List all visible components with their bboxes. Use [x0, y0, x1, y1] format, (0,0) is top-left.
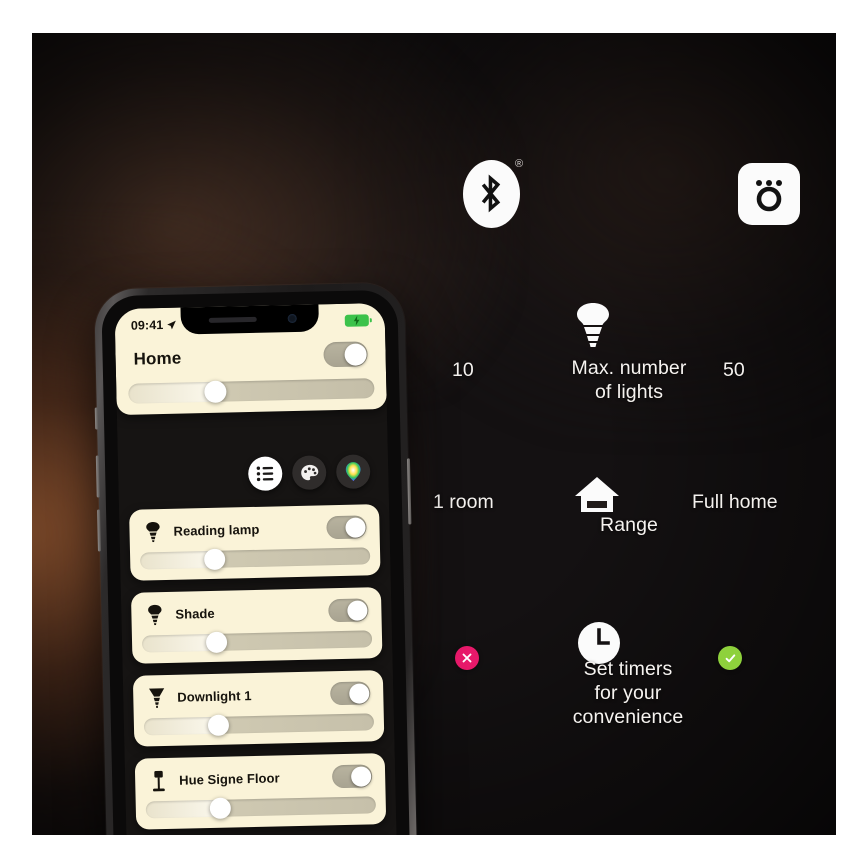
slider-knob[interactable] [204, 380, 227, 404]
home-master-toggle[interactable] [323, 341, 368, 368]
timers-label: Set timers for your convenience [572, 658, 684, 728]
floor-lamp-icon [148, 769, 168, 791]
hero-panel: ® Max. number of lights 10 50 Range 1 ro… [32, 33, 836, 835]
max-lights-label: Max. number of lights [571, 357, 687, 403]
status-time: 09:41 [130, 317, 164, 333]
phone-mute-switch[interactable] [94, 407, 99, 430]
palette-icon [300, 464, 318, 480]
light-toggle[interactable] [326, 515, 367, 540]
light-name: Hue Signe Floor [179, 770, 280, 788]
toggle-knob [346, 599, 368, 621]
screenshot-root: ® Max. number of lights 10 50 Range 1 ro… [0, 0, 868, 868]
slider-knob[interactable] [206, 631, 228, 654]
tab-list[interactable] [247, 456, 283, 492]
status-battery [344, 314, 369, 327]
light-toggle[interactable] [328, 598, 369, 623]
light-list: Reading lamp Shade Downlight 1 Hue Signe Fl… [129, 504, 388, 835]
bluetooth-trademark: ® [515, 158, 524, 170]
light-name: Downlight 1 [177, 688, 252, 705]
light-card[interactable]: Shade [130, 587, 383, 664]
page-title: Home [133, 348, 182, 369]
tab-scenes[interactable] [291, 455, 327, 491]
light-row-header: Reading lamp [129, 504, 380, 553]
tab-colors[interactable] [335, 454, 371, 490]
light-card[interactable]: Reading lamp [129, 504, 381, 581]
earpiece-speaker [208, 316, 257, 323]
front-camera [287, 313, 297, 324]
list-icon [256, 466, 274, 482]
toggle-knob [348, 682, 369, 704]
hue-app: 09:41 Home Reading lamp Shade Downlight … [114, 302, 399, 835]
light-name: Shade [175, 605, 215, 622]
light-card[interactable]: Hue Signe Floor [134, 753, 387, 830]
bluetooth-icon [463, 160, 520, 228]
home-brightness-slider[interactable] [128, 378, 375, 404]
status-time-group: 09:41 [131, 318, 178, 333]
home-header-row: Home [115, 333, 386, 372]
color-picker-icon [345, 462, 361, 482]
max-lights-left-value: 10 [452, 359, 474, 381]
phone-bezel: 09:41 Home Reading lamp Shade Downlight … [101, 289, 412, 835]
downlight-icon [146, 686, 166, 709]
hue-bridge-icon [738, 163, 800, 225]
range-right-value: Full home [692, 491, 778, 513]
spot-bulb-icon [142, 521, 162, 543]
tab-bar [247, 454, 371, 492]
bulb-icon [573, 301, 613, 354]
light-card[interactable]: Downlight 1 [132, 670, 385, 747]
battery-charging-icon [344, 314, 369, 327]
cross-icon [455, 646, 479, 670]
light-row-header: Downlight 1 [133, 670, 384, 719]
light-row-header: Hue Signe Floor [135, 753, 386, 802]
range-left-value: 1 room [433, 491, 494, 513]
spot-bulb-icon [144, 604, 164, 626]
slider-knob[interactable] [209, 797, 232, 820]
max-lights-right-value: 50 [723, 359, 745, 381]
range-label: Range [600, 514, 658, 536]
phone-mockup: 09:41 Home Reading lamp Shade Downlight … [94, 282, 419, 835]
phone-screen: 09:41 Home Reading lamp Shade Downlight … [114, 302, 399, 835]
phone-notch [180, 304, 320, 335]
light-row-header: Shade [131, 587, 382, 636]
slider-knob[interactable] [204, 548, 226, 571]
slider-knob[interactable] [208, 714, 230, 737]
toggle-knob [343, 342, 367, 366]
light-toggle[interactable] [331, 764, 373, 789]
toggle-knob [344, 516, 366, 538]
toggle-knob [350, 765, 371, 787]
light-toggle[interactable] [330, 681, 371, 706]
check-icon [718, 646, 742, 670]
location-arrow-icon [167, 320, 177, 329]
light-name: Reading lamp [173, 521, 260, 539]
